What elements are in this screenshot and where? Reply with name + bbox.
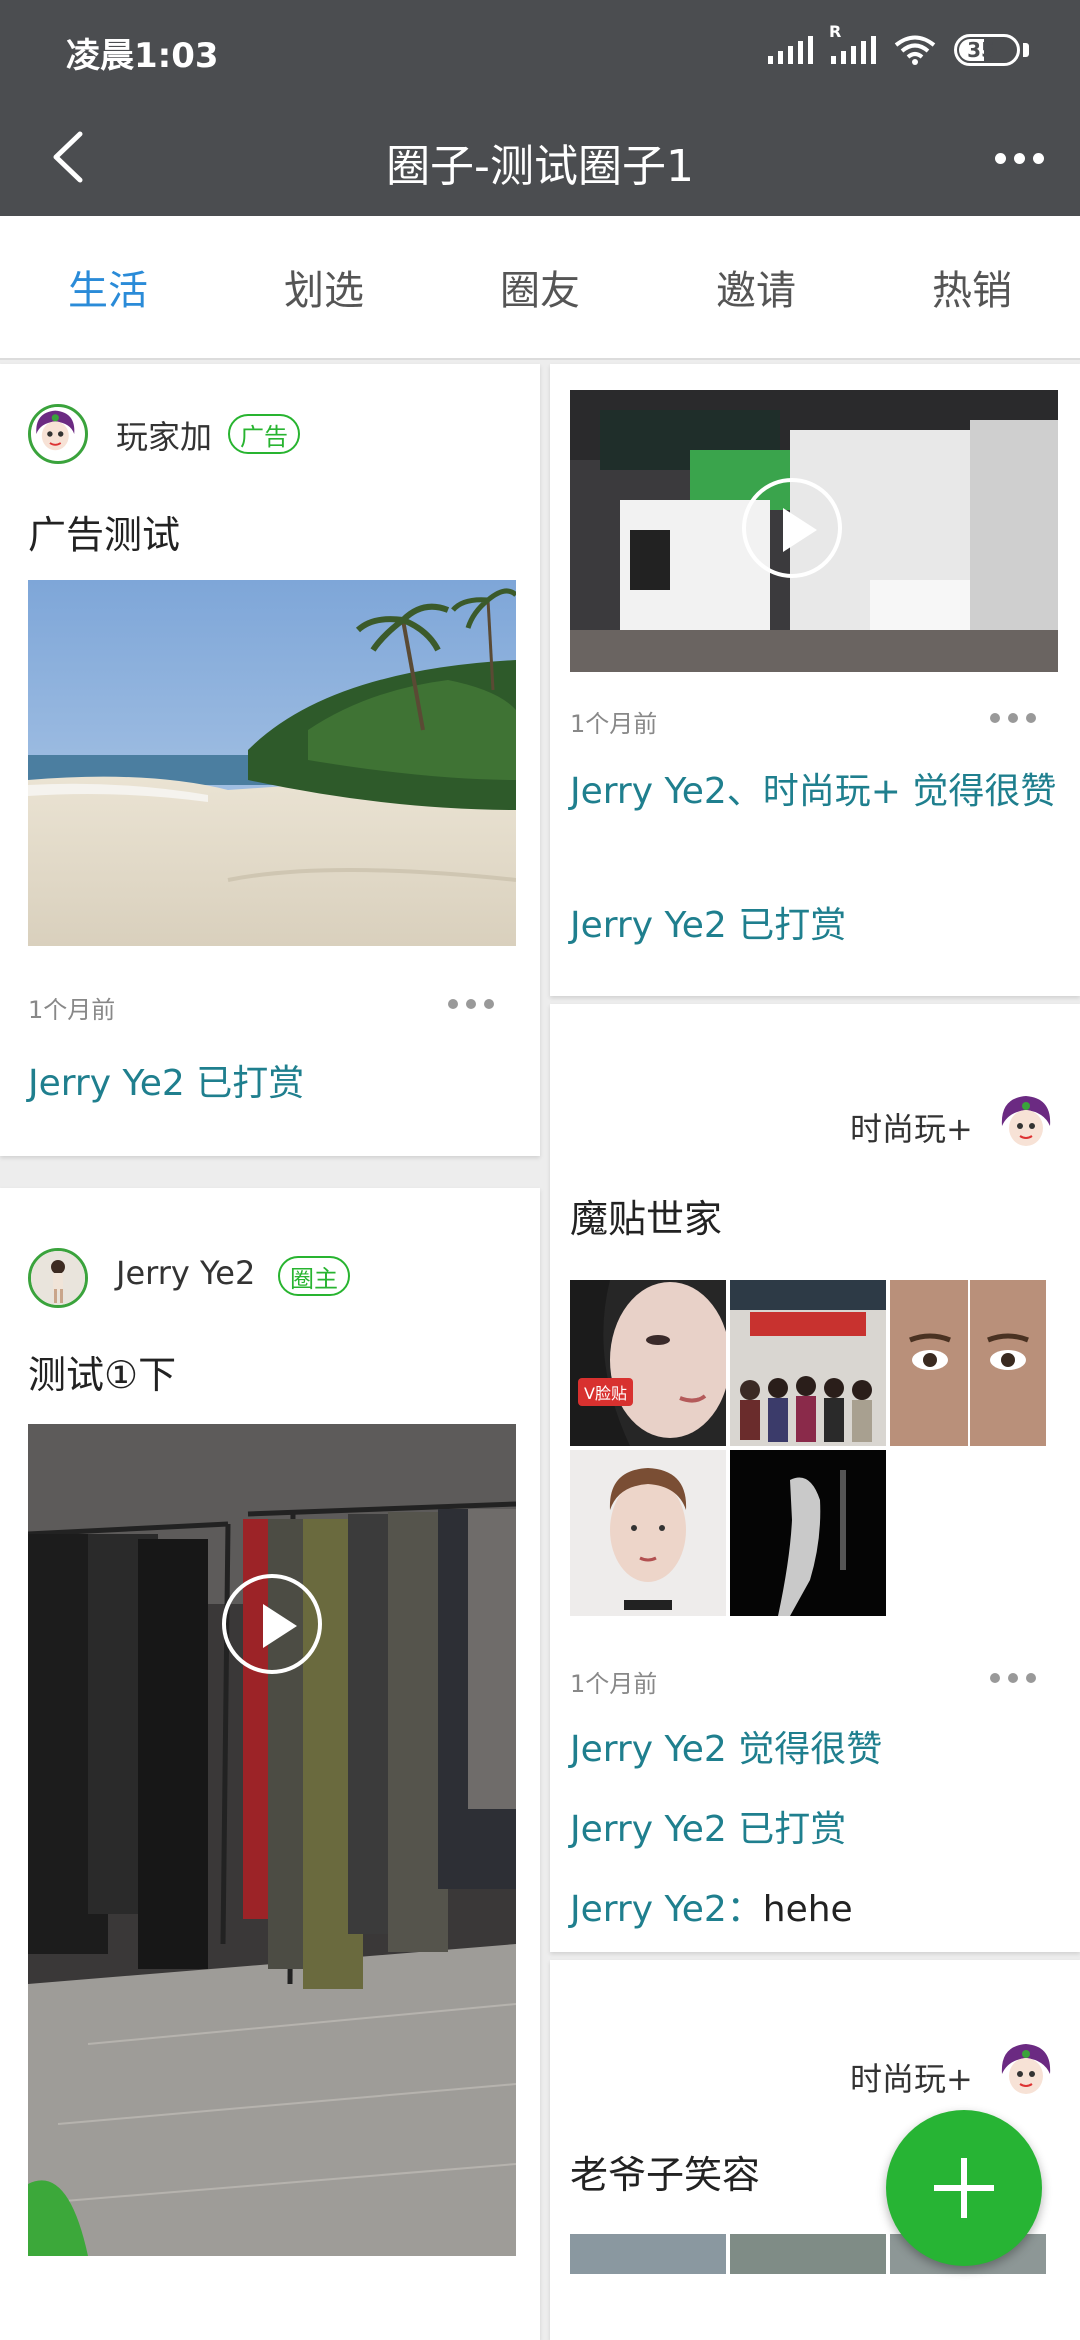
comment-text: hehe [762,1889,853,1930]
author-name[interactable]: 玩家加 [116,412,212,458]
tab-bar: 生活 划选 圈友 邀请 热销 [0,216,1080,360]
signal-icon [768,36,813,64]
post-title: 魔贴世家 [570,1197,723,1241]
gallery-image[interactable]: V脸贴 [570,1280,726,1446]
status-time: 凌晨1:03 [66,36,219,76]
more-dots-icon[interactable] [990,708,1050,728]
post-title: 老爷子笑容 [570,2153,761,2197]
signal-roaming-icon: R [829,22,876,64]
post-time: 1个月前 [570,710,658,738]
tab-hot-sale[interactable]: 热销 [864,216,1080,358]
gallery-image[interactable] [570,2234,726,2274]
page-title: 圈子-测试圈子1 [386,141,694,192]
status-bar: 凌晨1:03 R 35 [0,0,1080,98]
image-caption: V脸贴 [578,1378,633,1406]
post-title: 测试①下 [28,1353,177,1397]
reward-text[interactable]: Jerry Ye2 已打赏 [28,1054,304,1106]
play-button-icon[interactable] [222,1574,322,1674]
post-card-ad[interactable]: 玩家加 广告 广告测试 1个月前 Jerry Ye2 已打赏 [0,364,540,1156]
author-name[interactable]: 时尚玩+ [850,2054,973,2100]
gallery-image[interactable] [890,1280,1046,1446]
post-title: 广告测试 [28,513,181,557]
post-time: 1个月前 [28,996,116,1024]
post-card-mote[interactable]: 时尚玩+ 魔贴世家 V脸贴 1个月前 Jerry Ye2 觉得很赞 Jerry … [550,1004,1080,1952]
play-button-icon[interactable] [742,478,842,578]
tab-members[interactable]: 圈友 [432,216,648,358]
battery-icon: 35 [954,34,1029,66]
author-name[interactable]: 时尚玩+ [850,1104,973,1150]
post-time: 1个月前 [570,1670,658,1698]
more-dots-icon[interactable] [448,994,508,1014]
clothes-rack-video[interactable] [28,1424,516,2256]
status-icons: R 35 [768,22,1029,70]
comment-user[interactable]: Jerry Ye2： [570,1889,763,1930]
comment-line[interactable]: Jerry Ye2：hehe [570,1880,853,1932]
more-options-icon[interactable] [984,128,1054,188]
owner-badge: 圈主 [278,1256,350,1296]
avatar[interactable] [28,1248,88,1308]
reward-text[interactable]: Jerry Ye2 已打赏 [570,1800,846,1852]
tab-life[interactable]: 生活 [0,216,216,358]
avatar[interactable] [28,404,88,464]
tab-invite[interactable]: 邀请 [648,216,864,358]
app-header: 圈子-测试圈子1 [0,98,1080,216]
reward-text[interactable]: Jerry Ye2 已打赏 [570,896,846,948]
tab-select[interactable]: 划选 [216,216,432,358]
more-dots-icon[interactable] [990,1668,1050,1688]
gallery-image[interactable] [730,2234,886,2274]
gallery-image[interactable] [730,1450,886,1616]
gallery-image[interactable] [730,1280,886,1446]
gallery-image[interactable] [570,1450,726,1616]
author-name[interactable]: Jerry Ye2 [116,1254,255,1292]
avatar[interactable] [996,1092,1056,1152]
post-card-owner[interactable]: Jerry Ye2 圈主 测试①下 [0,1188,540,2340]
ad-badge: 广告 [228,414,300,454]
wifi-icon [894,35,936,65]
like-text[interactable]: Jerry Ye2、时尚玩+ 觉得很赞 [570,768,1060,816]
add-post-button[interactable] [886,2110,1042,2266]
avatar[interactable] [996,2040,1056,2100]
beach-image[interactable] [28,580,516,946]
post-card-video[interactable]: 1个月前 Jerry Ye2、时尚玩+ 觉得很赞 Jerry Ye2 已打赏 [550,364,1080,996]
like-text[interactable]: Jerry Ye2 觉得很赞 [570,1720,882,1772]
battery-level: 35 [967,38,995,62]
